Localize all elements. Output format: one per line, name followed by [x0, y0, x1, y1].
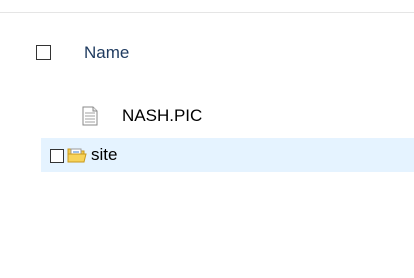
file-row-site[interactable]: site	[41, 138, 414, 172]
top-divider	[0, 12, 414, 13]
folder-icon	[67, 146, 87, 164]
file-name-label: NASH.PIC	[122, 106, 203, 125]
column-header-name[interactable]: Name	[28, 42, 408, 66]
file-row-nash-pic[interactable]: NASH.PIC	[41, 99, 414, 133]
row-select-checkbox[interactable]	[50, 149, 64, 163]
select-all-checkbox[interactable]	[36, 45, 51, 60]
file-name-label: site	[91, 145, 118, 164]
text-file-icon	[82, 106, 98, 126]
column-header-label: Name	[84, 43, 130, 62]
